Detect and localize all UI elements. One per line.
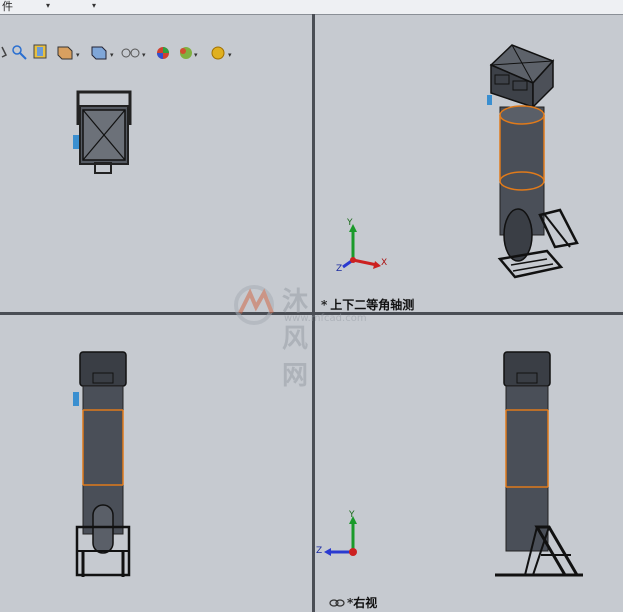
model-right-view [324, 351, 583, 577]
view-toolbar: ▾ ▾ ▾ ▾ ▾ [0, 41, 240, 63]
viewport-top-left[interactable]: ▾ ▾ ▾ ▾ ▾ [0, 15, 312, 312]
viewport-bottom-left[interactable] [0, 315, 312, 612]
view-orientation-icon[interactable] [1, 46, 8, 58]
zoom-section-icon[interactable] [12, 45, 27, 60]
link-icon [329, 598, 345, 607]
menu-bar: 件 ▾ ▾ [0, 0, 623, 15]
edit-appearance-icon[interactable]: ▾ [121, 48, 146, 59]
model-front-view [73, 351, 131, 577]
triad-bottom-z-label: Z [316, 546, 323, 556]
realview-icon[interactable]: ▾ [211, 46, 232, 60]
triad-z-label: Z [336, 264, 343, 274]
display-style-icon[interactable]: ▾ [57, 46, 80, 60]
viewport-bottom-right[interactable]: Y Z *右视 [315, 315, 623, 612]
svg-text:▾: ▾ [110, 51, 114, 59]
dynamic-annotation-icon[interactable] [33, 44, 47, 59]
svg-text:▾: ▾ [76, 51, 80, 59]
watermark-brand: 沐风网 [282, 287, 311, 391]
view-label-right: *右视 [329, 594, 377, 611]
view-label-right-text: *右视 [347, 596, 378, 610]
apply-scene-icon[interactable] [157, 47, 169, 59]
axis-triad-bottom [324, 516, 357, 556]
menu-dropdown-1[interactable]: ▾ [46, 1, 50, 10]
axis-triad-top [342, 224, 381, 269]
viewport-top-right[interactable]: Y X Z * 上下二等角轴测 [315, 15, 623, 312]
watermark: 沐风网 www.mfcad.com [232, 283, 367, 391]
triad-bottom-y-label: Y [349, 510, 355, 520]
model-isometric-view [342, 44, 579, 279]
triad-x-label: X [381, 258, 388, 268]
view-label-prefix: * [321, 298, 328, 312]
view-label-isometric: * 上下二等角轴测 [321, 296, 414, 312]
watermark-logo-icon [234, 285, 274, 325]
hide-show-icon[interactable]: ▾ [91, 46, 114, 60]
view-label-isometric-text: 上下二等角轴测 [330, 298, 415, 312]
view-settings-icon[interactable]: ▾ [180, 47, 198, 59]
triad-y-label: Y [347, 218, 353, 228]
watermark-url: www.mfcad.com [284, 313, 367, 324]
menu-dropdown-2[interactable]: ▾ [92, 1, 96, 10]
svg-text:▾: ▾ [194, 51, 198, 59]
svg-text:▾: ▾ [228, 51, 232, 59]
menu-file[interactable]: 件 [2, 0, 13, 14]
svg-text:▾: ▾ [142, 51, 146, 59]
